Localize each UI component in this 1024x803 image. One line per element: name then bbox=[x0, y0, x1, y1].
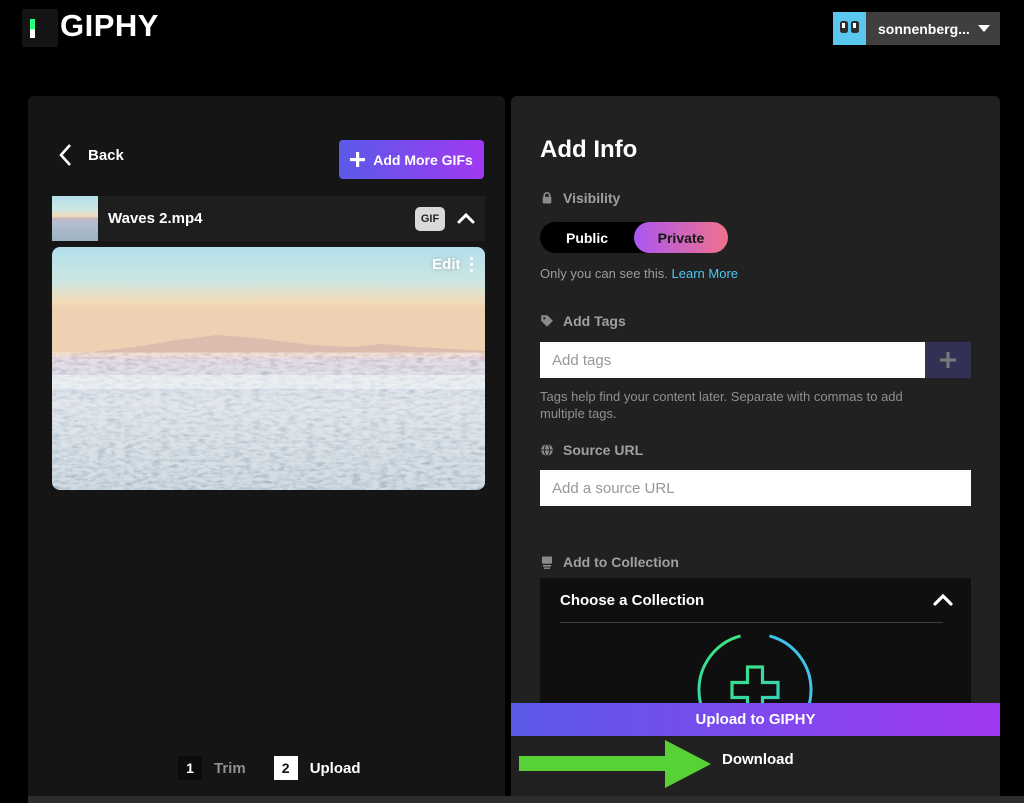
step-trim-number[interactable]: 1 bbox=[178, 756, 202, 780]
annotation-arrow-shaft bbox=[519, 756, 666, 771]
tags-helper: Tags help find your content later. Separ… bbox=[540, 388, 944, 422]
collection-label: Add to Collection bbox=[563, 554, 679, 570]
edit-button[interactable]: Edit bbox=[432, 256, 473, 273]
username: sonnenberg... bbox=[878, 21, 972, 37]
tag-icon bbox=[540, 314, 554, 328]
lock-icon bbox=[540, 191, 554, 205]
add-more-gifs-button[interactable]: Add More GIFs bbox=[339, 140, 484, 179]
top-nav-bar: GIPHY sonnenberg... bbox=[0, 0, 1024, 57]
collapse-chevron-icon[interactable] bbox=[457, 213, 475, 224]
globe-icon bbox=[540, 443, 554, 457]
user-menu[interactable]: sonnenberg... bbox=[866, 12, 1000, 45]
source-url-section-header: Source URL bbox=[540, 442, 643, 458]
step-upload-number[interactable]: 2 bbox=[274, 756, 298, 780]
add-info-panel: Add Info Visibility Public Private Only … bbox=[511, 96, 1000, 803]
back-button[interactable]: Back bbox=[58, 143, 124, 167]
back-chevron-icon bbox=[58, 143, 72, 167]
back-label: Back bbox=[88, 147, 124, 164]
upload-preview-panel: Back Add More GIFs Waves 2.mp4 GIF bbox=[28, 96, 505, 803]
file-name: Waves 2.mp4 bbox=[108, 210, 415, 227]
collection-dropdown-panel: Choose a Collection bbox=[540, 578, 971, 703]
file-thumbnail bbox=[52, 196, 98, 241]
visibility-toggle: Public Private bbox=[540, 222, 728, 253]
download-button[interactable]: Download bbox=[722, 751, 794, 768]
collection-stack-icon bbox=[540, 555, 554, 569]
collection-section-header: Add to Collection bbox=[540, 554, 679, 570]
step-trim-label[interactable]: Trim bbox=[214, 760, 246, 777]
tags-label: Add Tags bbox=[563, 313, 626, 329]
tags-section-header: Add Tags bbox=[540, 313, 626, 329]
step-upload-label[interactable]: Upload bbox=[310, 760, 361, 777]
video-preview: Edit bbox=[52, 247, 485, 490]
avatar-eye-icon bbox=[840, 21, 848, 33]
file-row[interactable]: Waves 2.mp4 GIF bbox=[52, 196, 485, 241]
add-collection-circle-icon[interactable] bbox=[690, 625, 820, 703]
bottom-edge-strip bbox=[28, 796, 1024, 803]
caret-down-icon bbox=[978, 25, 990, 32]
avatar-eye-icon bbox=[851, 21, 859, 33]
edit-label: Edit bbox=[432, 256, 460, 273]
giphy-upload-page: GIPHY sonnenberg... Back Add More GIFs W… bbox=[0, 0, 1024, 803]
giphy-logo-icon[interactable] bbox=[22, 9, 58, 47]
gif-format-badge: GIF bbox=[415, 207, 445, 231]
giphy-logo-bar bbox=[30, 19, 35, 38]
kebab-menu-icon[interactable] bbox=[470, 257, 474, 273]
source-url-input[interactable] bbox=[540, 470, 971, 506]
divider bbox=[560, 622, 943, 623]
tags-input[interactable] bbox=[540, 342, 925, 378]
giphy-wordmark[interactable]: GIPHY bbox=[60, 8, 159, 44]
chevron-up-icon[interactable] bbox=[933, 594, 953, 606]
add-tag-button[interactable] bbox=[925, 342, 971, 378]
add-more-gifs-label: Add More GIFs bbox=[373, 152, 473, 168]
plus-icon bbox=[350, 152, 365, 167]
wizard-steps: 1 Trim 2 Upload bbox=[178, 756, 361, 780]
panel-title: Add Info bbox=[540, 136, 637, 164]
visibility-label: Visibility bbox=[563, 190, 620, 206]
visibility-section-header: Visibility bbox=[540, 190, 620, 206]
visibility-option-private[interactable]: Private bbox=[634, 222, 728, 253]
visibility-option-public[interactable]: Public bbox=[540, 222, 634, 253]
annotation-arrow-icon bbox=[665, 740, 711, 788]
avatar[interactable] bbox=[833, 12, 866, 45]
ocean-sunset-frame bbox=[52, 247, 485, 490]
source-url-label: Source URL bbox=[563, 442, 643, 458]
upload-to-giphy-button[interactable]: Upload to GIPHY bbox=[511, 703, 1000, 736]
choose-collection-label: Choose a Collection bbox=[560, 592, 704, 609]
choose-collection-dropdown[interactable]: Choose a Collection bbox=[560, 578, 953, 622]
visibility-helper: Only you can see this. Learn More bbox=[540, 266, 738, 281]
plus-icon bbox=[940, 352, 956, 368]
learn-more-link[interactable]: Learn More bbox=[672, 266, 738, 281]
